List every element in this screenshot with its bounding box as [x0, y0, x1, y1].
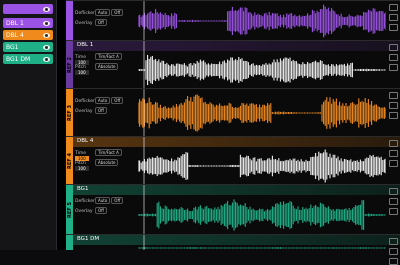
track-tools	[387, 41, 400, 88]
control-button[interactable]: Off	[111, 9, 124, 16]
sidebar-item-label: DBL 1	[6, 19, 24, 27]
track-name: BG1	[77, 186, 89, 192]
waveform[interactable]	[138, 137, 386, 184]
sidebar-item-bg1-dm[interactable]: BG1 DM	[3, 54, 53, 64]
eye-icon[interactable]	[43, 32, 50, 38]
tool-icon[interactable]	[389, 140, 398, 147]
track-tab[interactable]	[66, 235, 73, 250]
control-label: Overlay	[75, 209, 93, 214]
track-tab[interactable]: REF 3	[66, 89, 73, 136]
track-5: REF 5 BG1 Deflicker Auto Off Overlay Off	[66, 184, 400, 234]
control-button[interactable]: Off	[95, 19, 107, 26]
control-button[interactable]: Off	[111, 97, 124, 104]
waveform[interactable]	[138, 1, 386, 40]
waveform[interactable]	[138, 235, 386, 250]
sidebar-item-label: BG1	[6, 43, 19, 51]
control-button[interactable]: Tim/Fact A	[95, 53, 122, 60]
control-button[interactable]: Auto	[95, 197, 111, 204]
track-control-row: Deflicker Auto Off	[75, 9, 133, 16]
control-label: Overlay	[75, 109, 93, 114]
track-name: DBL 4	[77, 138, 94, 144]
tool-icon[interactable]	[389, 54, 398, 61]
track-control-row: Overlay Off	[75, 207, 133, 214]
track-control-row: Deflicker Auto Off	[75, 97, 133, 104]
control-label: Deflicker	[75, 99, 95, 104]
control-button[interactable]: Auto	[95, 97, 111, 104]
track-control-row: Deflicker Auto Off	[75, 197, 133, 204]
tool-icon[interactable]	[389, 92, 398, 99]
tool-icon[interactable]	[389, 102, 398, 109]
tool-icon[interactable]	[389, 188, 398, 195]
tool-icon[interactable]	[389, 248, 398, 255]
track-control-row: Overlay Off	[75, 19, 133, 26]
control-button[interactable]: Absolute	[95, 159, 119, 166]
control-button[interactable]: Auto	[95, 9, 111, 16]
track-tab-label: REF 4	[66, 152, 73, 169]
tool-icon[interactable]	[389, 44, 398, 51]
track-tools	[387, 235, 400, 265]
control-button[interactable]: Off	[111, 197, 124, 204]
eye-icon[interactable]	[43, 56, 50, 62]
track-2: REF 2 DBL 1 Time Tim/Fact A100 Pitch Absolute…	[66, 40, 400, 88]
tool-icon[interactable]	[389, 208, 398, 215]
track-tab[interactable]: REF 2	[66, 41, 73, 88]
control-button[interactable]: Off	[95, 207, 107, 214]
tool-icon[interactable]	[389, 198, 398, 205]
sidebar-divider	[57, 0, 66, 250]
sidebar-item-label: DBL 4	[6, 31, 24, 39]
waveform[interactable]	[138, 185, 386, 234]
control-button[interactable]: Tim/Fact A	[95, 149, 122, 156]
track-name: DBL 1	[77, 42, 94, 48]
track-tab-label: REF 3	[66, 104, 73, 121]
tool-icon[interactable]	[389, 112, 398, 119]
sidebar-item-dbl-1[interactable]: DBL 1	[3, 18, 53, 28]
track-tab-label: REF 5	[66, 201, 73, 218]
eye-icon[interactable]	[43, 6, 50, 12]
tool-icon[interactable]	[389, 14, 398, 21]
track-control-row: Pitch Absolute100	[75, 159, 133, 172]
tool-icon[interactable]	[389, 258, 398, 265]
track-3: REF 3 Deflicker Auto Off Overlay Off	[66, 88, 400, 136]
track-tools	[387, 185, 400, 234]
track-tools	[387, 137, 400, 184]
sidebar-item-dbl-4[interactable]: DBL 4	[3, 30, 53, 40]
tool-icon[interactable]	[389, 160, 398, 167]
eye-icon[interactable]	[43, 44, 50, 50]
track-4: REF 4 DBL 4 Time Tim/Fact A100 Pitch Absolute…	[66, 136, 400, 184]
track-tab[interactable]: REF 5	[66, 185, 73, 234]
waveform[interactable]	[138, 41, 386, 88]
waveform[interactable]	[138, 89, 386, 136]
sidebar-item-bg1[interactable]: BG1	[3, 42, 53, 52]
sidebar: DBL 1 DBL 4 BG1 BG1 DM	[0, 0, 57, 250]
control-label: Deflicker	[75, 199, 95, 204]
track-control-row: Overlay Off	[75, 107, 133, 114]
tool-icon[interactable]	[389, 150, 398, 157]
control-button[interactable]: Off	[95, 107, 107, 114]
tool-icon[interactable]	[389, 4, 398, 11]
track-6: BG1 DM	[66, 234, 400, 265]
tool-icon[interactable]	[389, 24, 398, 31]
eye-icon[interactable]	[43, 20, 50, 26]
tool-icon[interactable]	[389, 238, 398, 245]
sidebar-item-top[interactable]	[3, 4, 53, 14]
track-tab[interactable]: REF 4	[66, 137, 73, 184]
control-button[interactable]: Absolute	[95, 63, 119, 70]
control-label: Deflicker	[75, 11, 95, 16]
track-1: Deflicker Auto Off Overlay Off	[66, 0, 400, 40]
track-area: Deflicker Auto Off Overlay Off REF 2 DBL 1 Time…	[66, 0, 400, 265]
sidebar-item-label: BG1 DM	[6, 55, 31, 63]
control-value[interactable]: 100	[75, 166, 89, 171]
track-name: BG1 DM	[77, 236, 100, 242]
tool-icon[interactable]	[389, 64, 398, 71]
track-control-row	[75, 73, 133, 78]
track-tools	[387, 1, 400, 40]
track-tab[interactable]	[66, 1, 73, 40]
track-tools	[387, 89, 400, 136]
control-label: Overlay	[75, 21, 93, 26]
track-tab-label: REF 2	[66, 56, 73, 73]
